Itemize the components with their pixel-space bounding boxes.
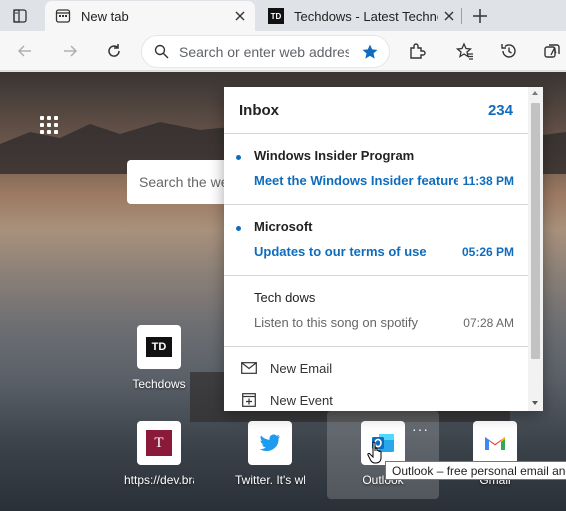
mail-time: 11:38 PM — [462, 173, 514, 188]
techdows-logo-icon: TD — [137, 325, 181, 369]
mail-subject: Listen to this song on spotify — [254, 315, 419, 330]
top-site-twitter[interactable]: Twitter. It's what's happening — [235, 421, 305, 487]
scroll-up-icon[interactable] — [532, 91, 538, 95]
mail-time: 07:28 AM — [463, 315, 514, 330]
tab-strip: New tab TD Techdows - Latest Technology … — [0, 0, 566, 31]
mail-time: 05:26 PM — [461, 244, 514, 259]
unread-dot-icon — [236, 155, 241, 160]
collections-button[interactable] — [538, 37, 566, 65]
favorites-icon — [456, 42, 473, 60]
forward-button[interactable] — [56, 37, 84, 65]
outlook-tooltip: Outlook – free personal email and calend… — [385, 461, 566, 480]
history-icon — [501, 44, 516, 58]
tab-divider — [461, 8, 462, 24]
unread-dot-icon — [236, 226, 241, 231]
close-icon — [235, 11, 245, 21]
history-button[interactable] — [495, 37, 523, 65]
mail-sender: Windows Insider Program — [254, 148, 415, 163]
tile-label: Techdows — [132, 377, 186, 391]
address-placeholder: Search or enter web address — [179, 43, 349, 60]
tab-actions-button[interactable] — [9, 6, 31, 26]
mail-item[interactable]: Microsoft Updates to our terms of use 05… — [224, 205, 528, 276]
gmail-icon — [473, 421, 517, 465]
mail-sender: Microsoft — [254, 219, 313, 234]
address-bar[interactable]: Search or enter web address — [142, 36, 389, 67]
dev-site-logo-icon: T — [137, 421, 181, 465]
back-button[interactable] — [11, 37, 39, 65]
close-tab-button[interactable] — [229, 5, 251, 27]
new-event-button[interactable]: New Event — [224, 384, 528, 411]
tab-techdows[interactable]: TD Techdows - Latest Technology News — [258, 1, 464, 31]
apps-launcher-icon[interactable] — [40, 116, 58, 134]
top-site-techdows[interactable]: TD Techdows — [124, 325, 194, 391]
collections-icon — [544, 44, 560, 58]
tab-title: Techdows - Latest Technology News — [294, 8, 438, 24]
newtab-icon — [55, 8, 71, 24]
mail-subject: Updates to our terms of use — [254, 244, 427, 259]
new-email-button[interactable]: New Email — [224, 352, 528, 384]
plus-icon — [473, 9, 487, 23]
back-icon — [17, 45, 31, 57]
calendar-add-icon — [240, 393, 258, 407]
favorite-star-icon[interactable] — [361, 43, 379, 61]
scroll-down-icon[interactable] — [532, 401, 538, 405]
newtab-search-placeholder: Search the web — [139, 174, 237, 190]
tab-actions-icon — [13, 9, 27, 23]
new-tab-button[interactable] — [469, 5, 491, 27]
toolbar: Search or enter web address — [0, 31, 566, 71]
favorites-button[interactable] — [451, 37, 479, 65]
tab-title: New tab — [81, 8, 129, 24]
scrollbar-thumb[interactable] — [531, 103, 540, 359]
forward-icon — [64, 45, 78, 57]
close-icon — [444, 11, 454, 21]
action-label: New Event — [270, 392, 333, 408]
extensions-icon — [410, 43, 426, 59]
inbox-title: Inbox — [239, 101, 279, 119]
hand-cursor-icon — [367, 441, 382, 464]
action-label: New Email — [270, 360, 333, 376]
extensions-button[interactable] — [403, 37, 431, 65]
mail-item[interactable]: Windows Insider Program Meet the Windows… — [224, 134, 528, 205]
outlook-inbox-flyout: Inbox 234 Windows Insider Program Meet t… — [224, 87, 543, 411]
mail-sender: Tech dows — [254, 290, 316, 305]
search-icon — [154, 44, 169, 59]
flyout-scrollbar[interactable] — [528, 87, 543, 411]
top-site-dev[interactable]: T https://dev.bravehost.com — [124, 421, 194, 487]
close-tab-button[interactable] — [438, 5, 460, 27]
mail-icon — [240, 361, 258, 375]
inbox-header[interactable]: Inbox 234 — [224, 87, 528, 134]
mail-subject: Meet the Windows Insider feature — [254, 173, 458, 188]
techdows-favicon-icon: TD — [268, 8, 284, 24]
tile-label: Twitter. It's what's happening — [235, 473, 305, 487]
mail-item[interactable]: Tech dows Listen to this song on spotify… — [224, 276, 528, 347]
refresh-icon — [108, 44, 120, 57]
refresh-button[interactable] — [100, 37, 128, 65]
tile-label: https://dev.bravehost.com — [124, 473, 194, 487]
tab-new-tab[interactable]: New tab — [45, 1, 255, 31]
unread-count-badge: 234 — [487, 101, 513, 119]
twitter-icon — [248, 421, 292, 465]
